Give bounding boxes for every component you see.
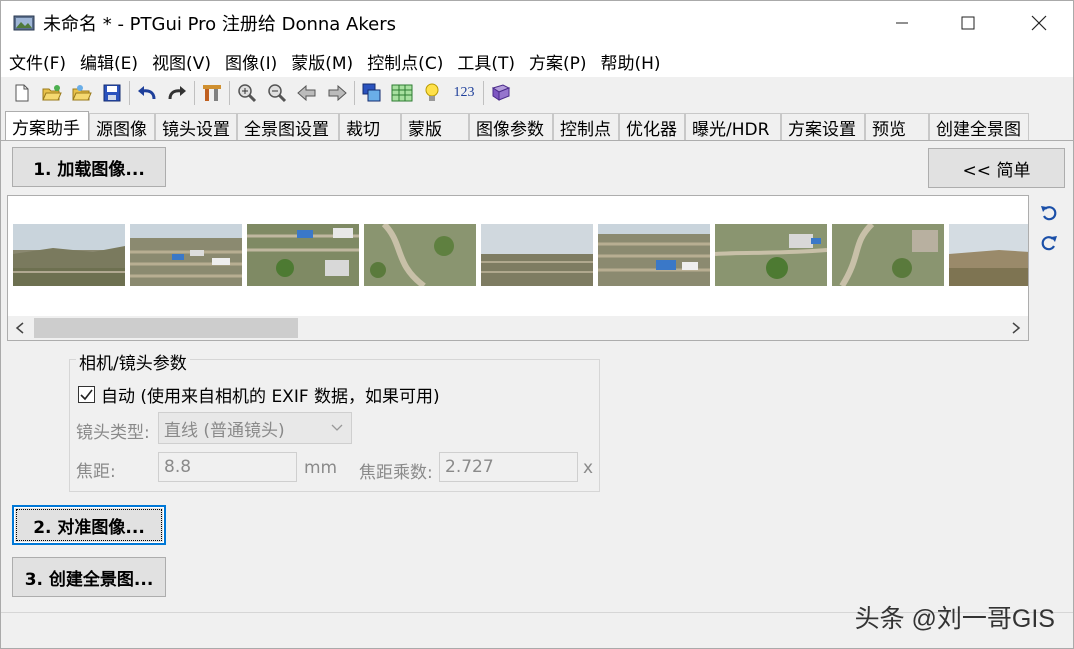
menu-image[interactable]: 图像(I)	[225, 49, 277, 74]
tab-bar: 方案助手 源图像 镜头设置 全景图设置 裁切 蒙版 图像参数 控制点 优化器 曝…	[5, 111, 1029, 141]
focal-unit-label: mm	[304, 458, 338, 478]
tab-optimizer[interactable]: 优化器	[619, 113, 685, 141]
toolbar-separator	[354, 81, 355, 105]
tools-icon[interactable]	[197, 79, 227, 107]
menu-bar: 文件(F) 编辑(E) 视图(V) 图像(I) 蒙版(M) 控制点(C) 工具(…	[1, 45, 1073, 77]
focal-length-label: 焦距:	[76, 462, 116, 482]
image-thumbnail[interactable]	[247, 224, 359, 286]
tab-source-images[interactable]: 源图像	[89, 113, 155, 141]
window-title: 未命名 * - PTGui Pro 注册给 Donna Akers	[43, 14, 396, 35]
minimize-icon	[896, 22, 908, 24]
lens-type-dropdown[interactable]: 直线 (普通镜头)	[158, 412, 352, 444]
auto-exif-checkbox[interactable]	[78, 386, 95, 403]
menu-mask[interactable]: 蒙版(M)	[291, 49, 353, 74]
image-thumbnail[interactable]	[832, 224, 944, 286]
tab-create-panorama[interactable]: 创建全景图	[929, 113, 1029, 141]
image-thumbnail[interactable]	[715, 224, 827, 286]
crop-factor-field[interactable]: 2.727	[439, 452, 578, 482]
rotate-right-button[interactable]	[1037, 231, 1061, 255]
load-images-button[interactable]: 1. 加载图像...	[12, 147, 166, 187]
simple-mode-button[interactable]: << 简单	[928, 148, 1065, 188]
image-thumbnail[interactable]	[481, 224, 593, 286]
maximize-button[interactable]	[945, 1, 991, 45]
crop-unit-label: x	[583, 458, 594, 478]
lightbulb-icon[interactable]	[417, 79, 447, 107]
zoom-out-icon[interactable]	[262, 79, 292, 107]
chevron-down-icon	[331, 424, 343, 431]
rotate-left-button[interactable]	[1037, 201, 1061, 225]
group-title: 相机/镜头参数	[76, 349, 190, 374]
close-icon	[1031, 15, 1047, 31]
lens-type-value: 直线 (普通镜头)	[164, 420, 285, 441]
menu-edit[interactable]: 编辑(E)	[80, 49, 138, 74]
toolbar-separator	[194, 81, 195, 105]
maximize-icon	[961, 16, 975, 30]
create-panorama-button[interactable]: 3. 创建全景图...	[12, 557, 166, 597]
menu-view[interactable]: 视图(V)	[152, 49, 211, 74]
menu-project[interactable]: 方案(P)	[529, 49, 587, 74]
minimize-button[interactable]	[879, 1, 925, 45]
tab-crop[interactable]: 裁切	[339, 113, 401, 141]
forward-icon[interactable]	[322, 79, 352, 107]
toolbar: 123	[1, 77, 1073, 109]
zoom-in-icon[interactable]	[232, 79, 262, 107]
ptgui-app-icon	[13, 15, 35, 31]
menu-control-points[interactable]: 控制点(C)	[367, 49, 443, 74]
open-recent-icon[interactable]	[67, 79, 97, 107]
image-thumbnail-strip	[7, 195, 1029, 341]
back-icon[interactable]	[292, 79, 322, 107]
tab-project-assistant[interactable]: 方案助手	[5, 111, 89, 141]
toolbar-separator	[483, 81, 484, 105]
image-thumbnail[interactable]	[364, 224, 476, 286]
tab-mask[interactable]: 蒙版	[401, 113, 469, 141]
watermark: 头条 @刘一哥GIS	[854, 605, 1055, 633]
tab-image-parameters[interactable]: 图像参数	[469, 113, 553, 141]
image-thumbnail[interactable]	[13, 224, 125, 286]
image-thumbnail[interactable]	[949, 224, 1029, 286]
scroll-right-icon[interactable]	[1004, 316, 1028, 340]
checkmark-icon	[80, 389, 93, 401]
redo-icon[interactable]	[162, 79, 192, 107]
toolbar-separator	[229, 81, 230, 105]
toolbar-separator	[129, 81, 130, 105]
menu-file[interactable]: 文件(F)	[9, 49, 66, 74]
tab-panorama-settings[interactable]: 全景图设置	[237, 113, 339, 141]
image-thumbnail[interactable]	[130, 224, 242, 286]
crop-factor-label: 焦距乘数:	[359, 463, 433, 483]
tab-preview[interactable]: 预览	[865, 113, 929, 141]
lens-type-label: 镜头类型:	[76, 423, 150, 443]
undo-icon[interactable]	[132, 79, 162, 107]
scroll-left-icon[interactable]	[8, 316, 32, 340]
book-icon[interactable]	[486, 79, 516, 107]
rotate-right-icon	[1041, 236, 1057, 251]
title-bar: 未命名 * - PTGui Pro 注册给 Donna Akers	[1, 1, 1073, 45]
auto-exif-label: 自动 (使用来自相机的 EXIF 数据，如果可用)	[101, 387, 440, 407]
tab-control-points[interactable]: 控制点	[553, 113, 619, 141]
tab-exposure-hdr[interactable]: 曝光/HDR	[685, 113, 781, 141]
numbering-icon[interactable]: 123	[447, 79, 481, 107]
save-icon[interactable]	[97, 79, 127, 107]
table-icon[interactable]	[387, 79, 417, 107]
main-window: 未命名 * - PTGui Pro 注册给 Donna Akers 文件(F) …	[0, 0, 1074, 649]
image-thumbnail[interactable]	[598, 224, 710, 286]
menu-help[interactable]: 帮助(H)	[601, 49, 661, 74]
auto-exif-checkbox-row[interactable]: 自动 (使用来自相机的 EXIF 数据，如果可用)	[78, 382, 440, 407]
open-folder-icon[interactable]	[37, 79, 67, 107]
focal-length-field[interactable]: 8.8	[158, 452, 297, 482]
align-images-button[interactable]: 2. 对准图像...	[12, 505, 166, 545]
new-file-icon[interactable]	[7, 79, 37, 107]
panorama-editor-icon[interactable]	[357, 79, 387, 107]
scrollbar-thumb[interactable]	[34, 318, 298, 338]
rotate-left-icon	[1041, 206, 1057, 221]
menu-tools[interactable]: 工具(T)	[457, 49, 515, 74]
tab-lens-settings[interactable]: 镜头设置	[155, 113, 237, 141]
tab-project-settings[interactable]: 方案设置	[781, 113, 865, 141]
close-button[interactable]	[1016, 1, 1062, 45]
horizontal-scrollbar[interactable]	[8, 316, 1028, 340]
